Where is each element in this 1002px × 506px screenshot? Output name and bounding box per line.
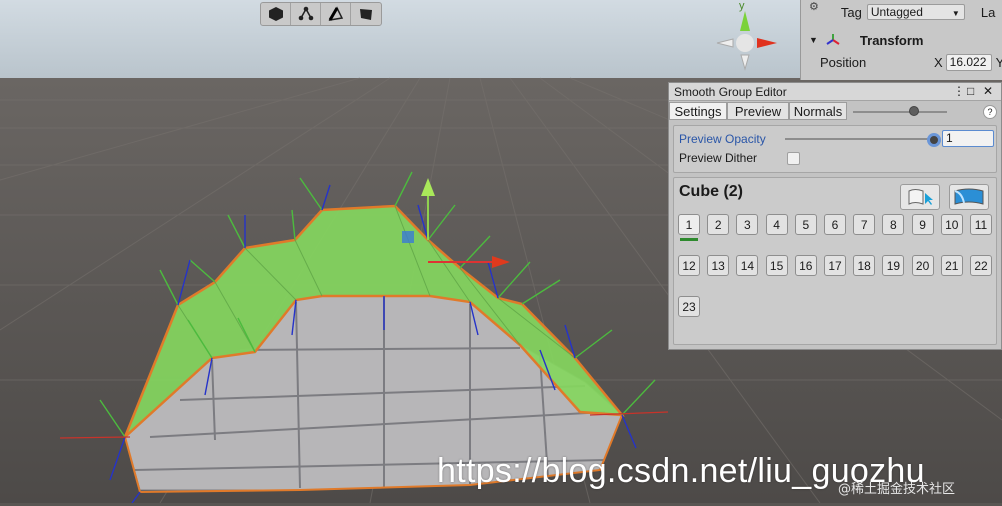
normals-size-slider-handle[interactable] [909, 106, 919, 116]
position-x-field[interactable]: 16.022 [945, 53, 992, 71]
more-options-icon[interactable]: ⋮ [953, 84, 965, 98]
smooth-group-button-22[interactable]: 22 [970, 255, 992, 276]
tag-row: ⚙ Tag Untagged ▼ La [809, 0, 996, 22]
x-label: X [934, 54, 943, 70]
select-faces-button[interactable] [900, 184, 940, 210]
watermark-credit: @稀土掘金技术社区 [838, 482, 956, 497]
smooth-group-button-4[interactable]: 4 [765, 214, 788, 235]
smooth-group-button-1[interactable]: 1 [678, 214, 700, 235]
transform-icon [826, 34, 840, 45]
smooth-group-button-10[interactable]: 10 [940, 214, 963, 235]
mesh-select-button[interactable] [261, 3, 291, 25]
smooth-group-button-13[interactable]: 13 [707, 255, 730, 276]
tab-settings[interactable]: Settings [669, 102, 727, 120]
layer-label: La [980, 4, 996, 20]
preview-opacity-slider-handle[interactable] [927, 133, 941, 147]
window-title: Smooth Group Editor [674, 85, 787, 99]
preview-dither-checkbox[interactable] [787, 152, 800, 165]
edge-select-button[interactable] [321, 3, 351, 25]
smooth-group-button-15[interactable]: 15 [765, 255, 788, 276]
preview-opacity-slider-track[interactable] [785, 138, 931, 140]
smooth-group-button-6[interactable]: 6 [824, 214, 846, 235]
smooth-group-button-17[interactable]: 17 [824, 255, 846, 276]
smooth-group-button-19[interactable]: 19 [882, 255, 905, 276]
smooth-group-button-9[interactable]: 9 [911, 214, 934, 235]
edge-select-icon [328, 6, 343, 22]
position-label: Position [820, 54, 867, 70]
preview-settings-panel: Preview Opacity 1 Preview Dither [673, 125, 997, 173]
tag-label: Tag [840, 4, 862, 20]
tag-value: Untagged [870, 5, 923, 19]
inspector-panel: ⚙ Tag Untagged ▼ La ▼ Transform Position… [800, 0, 1002, 80]
tab-preview[interactable]: Preview [727, 102, 789, 120]
tab-normals[interactable]: Normals [789, 102, 847, 120]
chevron-down-icon: ▼ [951, 9, 960, 18]
close-icon[interactable]: ✕ [983, 84, 993, 98]
face-select-button[interactable] [351, 3, 381, 25]
svg-text:y: y [739, 0, 745, 12]
window-titlebar[interactable]: Smooth Group Editor ⋮ □ ✕ [669, 83, 1001, 101]
object-name: Cube (2) [679, 183, 743, 200]
smooth-group-button-11[interactable]: 11 [970, 214, 992, 235]
preview-dither-label: Preview Dither [679, 151, 758, 165]
smooth-shading-icon [954, 188, 984, 205]
smooth-group-button-5[interactable]: 5 [794, 214, 817, 235]
transform-title: Transform [859, 32, 924, 48]
y-label: Y [995, 54, 1002, 70]
tag-dropdown[interactable]: Untagged ▼ [866, 4, 965, 20]
smooth-group-button-18[interactable]: 18 [853, 255, 876, 276]
smooth-group-button-3[interactable]: 3 [736, 214, 759, 235]
transform-header[interactable]: ▼ Transform [809, 30, 1002, 50]
vertex-select-button[interactable] [291, 3, 321, 25]
preview-opacity-label: Preview Opacity [679, 132, 766, 146]
smooth-group-button-12[interactable]: 12 [678, 255, 700, 276]
preview-opacity-input[interactable]: 1 [942, 130, 994, 147]
normals-size-slider-track[interactable] [853, 111, 947, 113]
edit-mode-toolbar [260, 2, 382, 26]
smooth-groups-panel: Cube (2) 1 2 3 4 5 6 7 8 9 10 11 12 13 14 15 16 17 18 19 20… [673, 177, 997, 345]
maximize-icon[interactable]: □ [967, 84, 974, 98]
mesh-select-icon [268, 7, 283, 21]
smooth-group-button-20[interactable]: 20 [911, 255, 934, 276]
smooth-group-button-2[interactable]: 2 [707, 214, 730, 235]
smooth-group-button-21[interactable]: 21 [940, 255, 963, 276]
smooth-group-button-16[interactable]: 16 [794, 255, 817, 276]
select-faces-icon [908, 189, 933, 205]
editor-tabs: Settings Preview Normals ? [669, 101, 1001, 121]
gear-icon[interactable]: ⚙ [809, 0, 819, 13]
help-icon[interactable]: ? [983, 105, 997, 119]
position-x-value: 16.022 [949, 55, 987, 69]
smooth-group-editor-window: Smooth Group Editor ⋮ □ ✕ Settings Previ… [668, 82, 1002, 350]
smooth-shading-button[interactable] [949, 184, 989, 210]
active-group-indicator [680, 238, 698, 241]
smooth-group-button-7[interactable]: 7 [853, 214, 876, 235]
smooth-group-button-14[interactable]: 14 [736, 255, 759, 276]
position-row: Position X 16.022 Y [820, 52, 1002, 72]
face-select-icon [360, 9, 372, 20]
foldout-arrow-icon[interactable]: ▼ [809, 35, 818, 45]
smooth-group-button-8[interactable]: 8 [882, 214, 905, 235]
smooth-group-button-23[interactable]: 23 [678, 296, 700, 317]
vertex-select-icon [298, 6, 313, 21]
